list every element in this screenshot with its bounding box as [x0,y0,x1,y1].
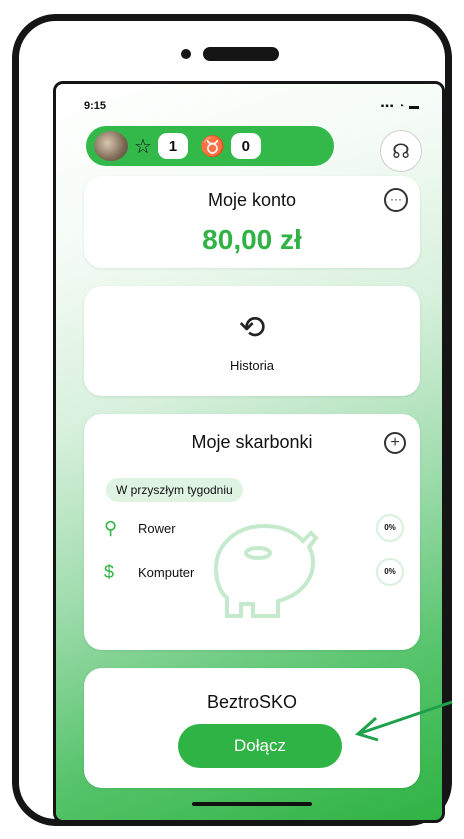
piggy-item-rower[interactable]: ⚲ Rower 0% [104,514,404,542]
status-time: 9:15 [84,100,107,112]
account-card[interactable]: Moje konto ··· 80,00 zł [84,176,420,268]
arrow-pointer-icon [354,700,453,742]
piggy-item-label: Rower [138,520,176,536]
join-button[interactable]: Dołącz [178,724,342,768]
trophy-icon: ♉ [199,135,225,158]
home-indicator [192,802,312,806]
piggy-banks-title: Moje skarbonki [191,432,313,452]
piggy-item-label: Komputer [138,564,195,580]
history-icon: ⟲ [238,309,266,345]
history-label: Historia [229,358,275,373]
star-icon: ☆ [134,135,152,158]
piggy-banks-card: Moje skarbonki + W przyszłym tygodniu ⚲ … [84,414,420,650]
piggy-item-progress: 0% [376,514,404,542]
trophies-count: 0 [230,133,261,159]
gamification-bar[interactable]: ☆ 1 ♉ 0 [86,126,334,166]
front-camera [181,49,191,59]
avatar[interactable] [94,131,128,161]
speaker [203,47,279,61]
account-balance: 80,00 zł [202,224,302,255]
bicycle-icon: ⚲ [104,517,118,538]
more-options-icon[interactable]: ··· [384,188,408,212]
piggy-item-progress: 0% [376,558,404,586]
add-piggy-bank-icon[interactable]: + [384,432,406,454]
history-card[interactable]: ⟲ Historia [84,286,420,396]
stars-count: 1 [157,133,188,159]
next-week-badge: W przyszłym tygodniu [106,478,243,502]
money-icon: $ [104,561,115,582]
piggy-item-komputer[interactable]: $ Komputer 0% [104,558,404,586]
profile-icon[interactable]: ☊ [380,130,422,172]
status-indicators: ▪▪▪ ◔ ▬ [380,101,420,112]
account-title: Moje konto [207,190,297,210]
